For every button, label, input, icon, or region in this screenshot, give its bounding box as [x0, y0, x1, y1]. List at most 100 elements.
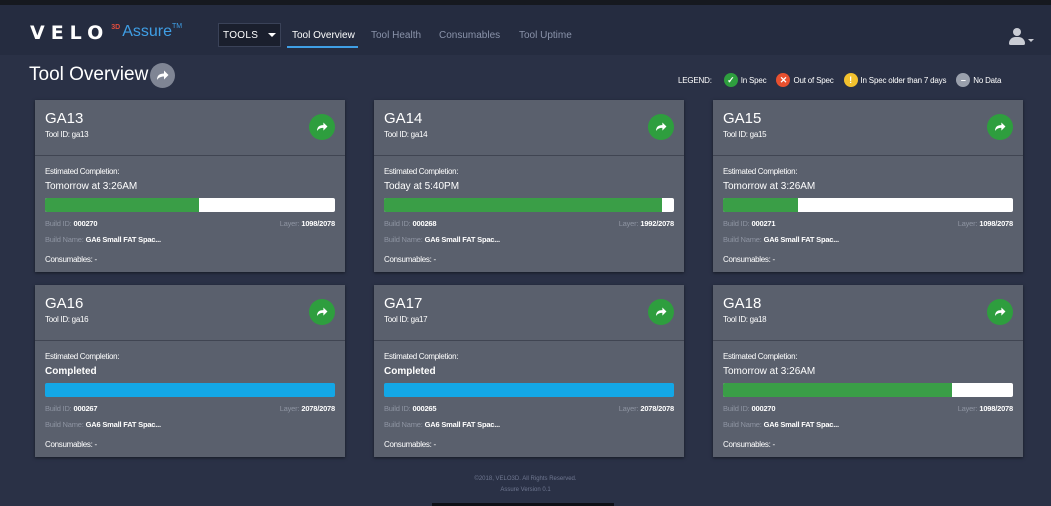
build-id-label: Build ID:	[384, 219, 411, 228]
legend-item-in-spec: ✓ In Spec	[723, 73, 767, 87]
build-id-label: Build ID:	[384, 404, 411, 413]
build-progress-fill	[384, 383, 674, 397]
build-progress-fill	[723, 198, 799, 212]
tab-tool-uptime[interactable]: Tool Uptime	[519, 30, 572, 41]
build-progress-bar	[45, 198, 335, 212]
footer-version: Assure Version 0.1	[500, 487, 551, 493]
tool-card: GA13 Tool ID: ga13 Estimated Completion:…	[35, 100, 345, 272]
build-name-value: GA6 Small FAT Spac...	[85, 235, 161, 244]
build-name-value: GA6 Small FAT Spac...	[85, 420, 161, 429]
share-arrow-icon	[317, 122, 328, 132]
consumables-status: Consumables: -	[384, 255, 436, 264]
layer-label: Layer:	[279, 404, 300, 413]
build-id: Build ID: 000265	[384, 404, 437, 413]
build-id-label: Build ID:	[45, 404, 72, 413]
build-id-label: Build ID:	[723, 404, 750, 413]
build-name-label: Build Name:	[45, 420, 84, 429]
top-navbar: VELO 3D Assure TM TOOLS Tool Overview To…	[0, 5, 1051, 55]
card-header: GA18 Tool ID: ga18	[713, 285, 1023, 341]
tool-card: GA16 Tool ID: ga16 Estimated Completion:…	[35, 285, 345, 457]
estimated-completion-value: Tomorrow at 3:26AM	[45, 181, 138, 192]
build-name-label: Build Name:	[45, 235, 84, 244]
legend-item-label: In Spec	[740, 75, 767, 85]
tool-card: GA14 Tool ID: ga14 Estimated Completion:…	[374, 100, 684, 272]
tool-id: Tool ID: ga13	[45, 130, 89, 139]
tool-id-value: ga13	[71, 130, 89, 139]
build-id-value: 000270	[73, 219, 98, 228]
tools-dropdown[interactable]: TOOLS	[218, 23, 281, 47]
build-name-label: Build Name:	[384, 235, 423, 244]
build-id-value: 000265	[412, 404, 437, 413]
build-name-label: Build Name:	[384, 420, 423, 429]
build-name: Build Name: GA6 Small FAT Spac...	[384, 235, 500, 244]
legend-item-out-of-spec: ✕ Out of Spec	[776, 73, 834, 87]
share-arrow-icon	[995, 122, 1006, 132]
open-tool-button[interactable]	[648, 299, 674, 325]
layer-label: Layer:	[279, 219, 300, 228]
build-name: Build Name: GA6 Small FAT Spac...	[45, 235, 161, 244]
build-progress-fill	[45, 198, 199, 212]
user-icon-body	[1009, 37, 1025, 45]
estimated-completion-value: Completed	[45, 366, 97, 377]
chevron-down-icon	[1028, 39, 1034, 42]
estimated-completion-label: Estimated Completion:	[45, 352, 120, 361]
layer-count: Layer: 1992/2078	[619, 219, 675, 228]
build-progress-bar	[384, 198, 674, 212]
build-name-value: GA6 Small FAT Spac...	[763, 420, 839, 429]
estimated-completion-label: Estimated Completion:	[384, 167, 459, 176]
build-name-label: Build Name:	[723, 235, 762, 244]
tool-id: Tool ID: ga16	[45, 315, 89, 324]
tools-dropdown-label: TOOLS	[223, 29, 259, 41]
tool-card: GA18 Tool ID: ga18 Estimated Completion:…	[713, 285, 1023, 457]
app-logo[interactable]: VELO 3D Assure TM	[30, 22, 182, 44]
layer-value: 2078/2078	[301, 404, 335, 413]
legend-item-label: No Data	[973, 75, 1002, 85]
logo-velo-text: VELO	[30, 22, 110, 44]
card-header: GA16 Tool ID: ga16	[35, 285, 345, 341]
x-circle-icon: ✕	[776, 73, 791, 87]
build-name-value: GA6 Small FAT Spac...	[424, 420, 500, 429]
tool-name: GA13	[45, 110, 84, 127]
logo-trademark: TM	[172, 23, 183, 30]
tool-id-label: Tool ID:	[384, 315, 409, 324]
build-name-label: Build Name:	[723, 420, 762, 429]
layer-count: Layer: 1098/2078	[958, 404, 1014, 413]
tab-consumables[interactable]: Consumables	[439, 30, 500, 41]
build-id: Build ID: 000271	[723, 219, 776, 228]
layer-label: Layer:	[618, 404, 639, 413]
tab-tool-health[interactable]: Tool Health	[371, 30, 421, 41]
tool-id-label: Tool ID:	[45, 130, 70, 139]
tool-id-value: ga16	[71, 315, 89, 324]
build-id-label: Build ID:	[45, 219, 72, 228]
open-tool-button[interactable]	[648, 114, 674, 140]
build-id-value: 000267	[73, 404, 98, 413]
open-tool-button[interactable]	[309, 299, 335, 325]
share-arrow-icon	[656, 307, 667, 317]
card-header: GA14 Tool ID: ga14	[374, 100, 684, 156]
build-id-label: Build ID:	[723, 219, 750, 228]
minus-circle-icon: –	[956, 73, 971, 87]
build-id: Build ID: 000270	[723, 404, 776, 413]
layer-count: Layer: 2078/2078	[618, 404, 675, 413]
tool-id-value: ga14	[410, 130, 428, 139]
open-tool-button[interactable]	[987, 299, 1013, 325]
card-header: GA17 Tool ID: ga17	[374, 285, 684, 341]
layer-count: Layer: 2078/2078	[279, 404, 336, 413]
build-id: Build ID: 000267	[45, 404, 98, 413]
share-arrow-icon[interactable]	[150, 63, 175, 88]
open-tool-button[interactable]	[309, 114, 335, 140]
user-icon	[1013, 28, 1021, 36]
layer-value: 2078/2078	[640, 404, 674, 413]
tool-id-value: ga15	[749, 130, 767, 139]
build-name: Build Name: GA6 Small FAT Spac...	[723, 235, 839, 244]
open-tool-button[interactable]	[987, 114, 1013, 140]
build-id-value: 000271	[751, 219, 776, 228]
user-menu[interactable]	[1008, 28, 1038, 48]
build-progress-bar	[723, 198, 1013, 212]
legend-item-label: In Spec older than 7 days	[860, 75, 947, 85]
build-progress-bar	[45, 383, 335, 397]
tool-name: GA17	[384, 295, 423, 312]
tab-tool-overview[interactable]: Tool Overview	[292, 30, 355, 41]
warning-circle-icon: !	[843, 73, 858, 87]
build-id-value: 000270	[751, 404, 776, 413]
